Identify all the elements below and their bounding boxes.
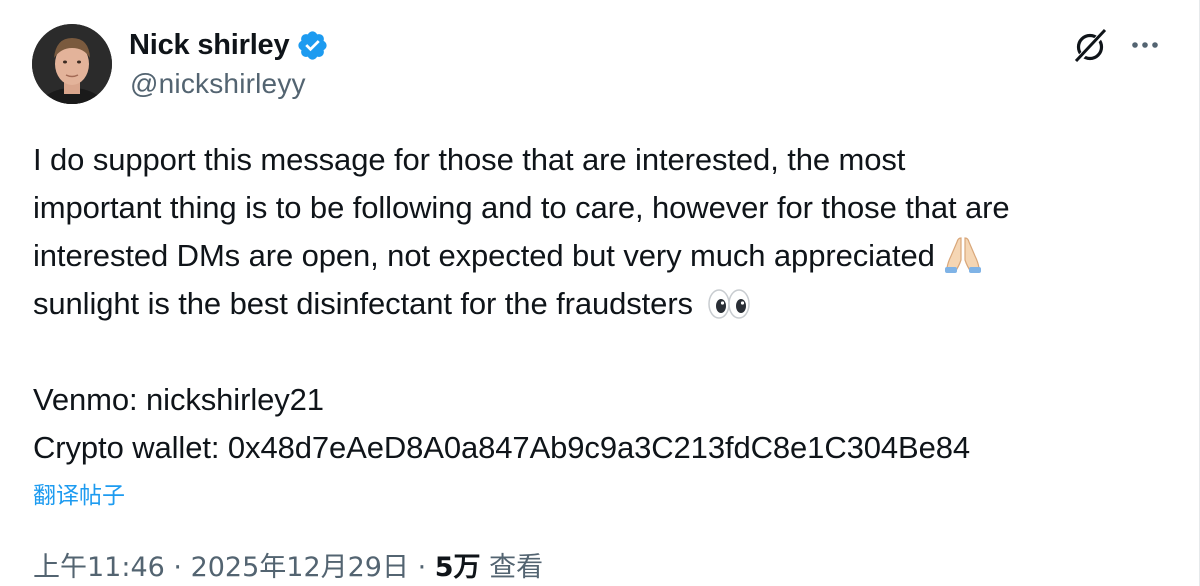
tweet-line-text: interested DMs are open, not expected bu… <box>33 238 935 273</box>
tweet-text: I do support this message for those that… <box>33 136 1173 472</box>
more-options-icon[interactable] <box>1126 28 1164 62</box>
tweet-line: sunlight is the best disinfectant for th… <box>33 280 1173 328</box>
verified-badge-icon[interactable] <box>296 29 329 62</box>
views-count: 5万 <box>434 552 481 583</box>
crypto-wallet-line: Crypto wallet: 0x48d7eAeD8A0a847Ab9c9a3C… <box>33 430 971 465</box>
tweet-line-text: sunlight is the best disinfectant for th… <box>33 286 693 321</box>
avatar[interactable] <box>32 24 112 104</box>
tweet-line-text: important thing is to be following and t… <box>33 190 1010 225</box>
tweet-line: interested DMs are open, not expected bu… <box>33 232 1173 280</box>
author-name-row: Nick shirley <box>129 26 329 64</box>
translate-post-link[interactable]: 翻译帖子 <box>33 476 125 510</box>
author-handle[interactable]: @nickshirleyy <box>130 68 306 100</box>
venmo-line: Venmo: nickshirley21 <box>33 382 324 417</box>
eyes-emoji-icon <box>707 286 751 322</box>
grok-icon[interactable] <box>1071 26 1111 66</box>
post-date[interactable]: 2025年12月29日 <box>191 552 409 583</box>
meta-separator: · <box>164 552 191 583</box>
post-time[interactable]: 上午11:46 <box>33 552 165 583</box>
tweet-line-text: I do support this message for those that… <box>33 142 906 177</box>
tweet-line: I do support this message for those that… <box>33 136 1173 184</box>
tweet-meta: 上午11:46 · 2025年12月29日 · 5万 查看 <box>33 545 543 584</box>
views-label: 查看 <box>480 552 544 583</box>
display-name[interactable]: Nick shirley <box>129 29 290 62</box>
tweet-line: important thing is to be following and t… <box>33 184 1173 232</box>
meta-separator: · <box>409 552 435 583</box>
folded-hands-emoji-icon <box>941 234 985 274</box>
avatar-image <box>32 24 112 104</box>
tweet-card: Nick shirley @nickshirleyy I do support … <box>0 0 1200 586</box>
